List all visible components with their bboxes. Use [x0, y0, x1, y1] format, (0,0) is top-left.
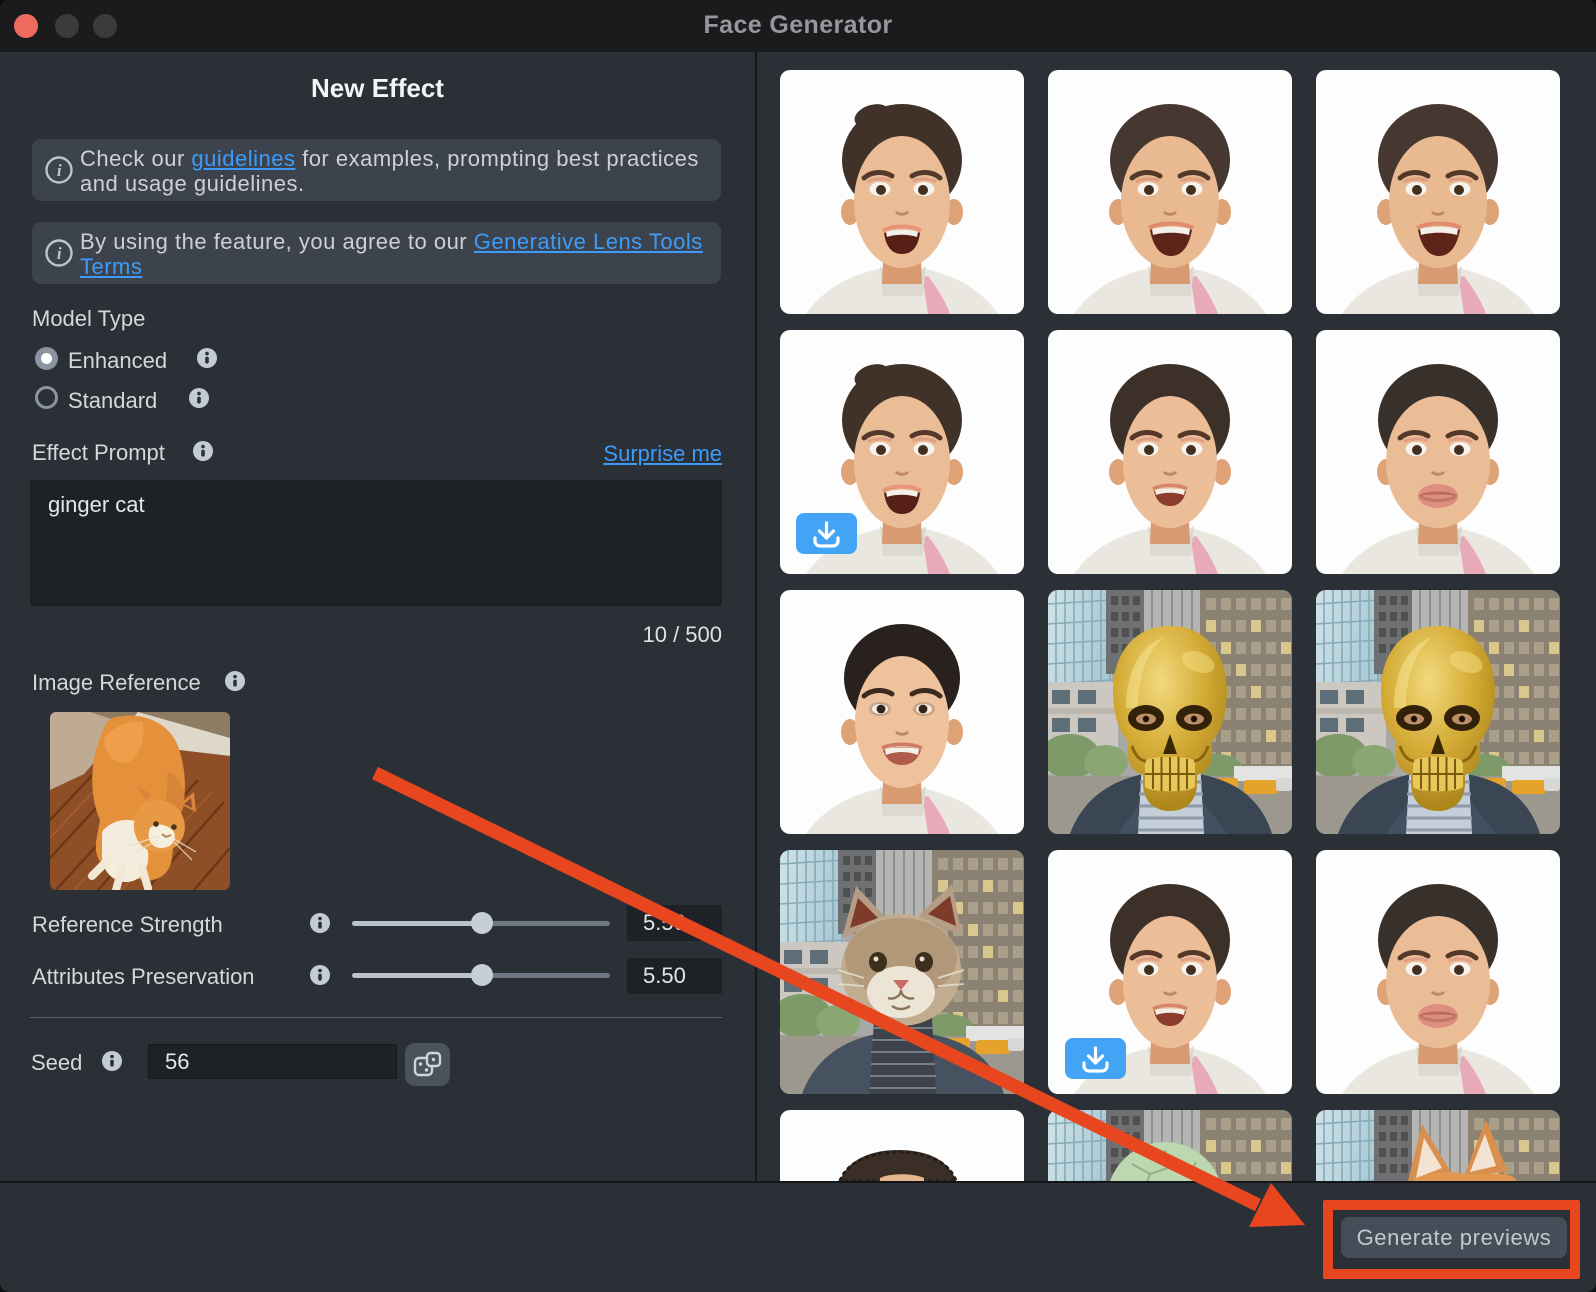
- svg-text:i: i: [57, 161, 62, 180]
- svg-text:i: i: [57, 244, 62, 263]
